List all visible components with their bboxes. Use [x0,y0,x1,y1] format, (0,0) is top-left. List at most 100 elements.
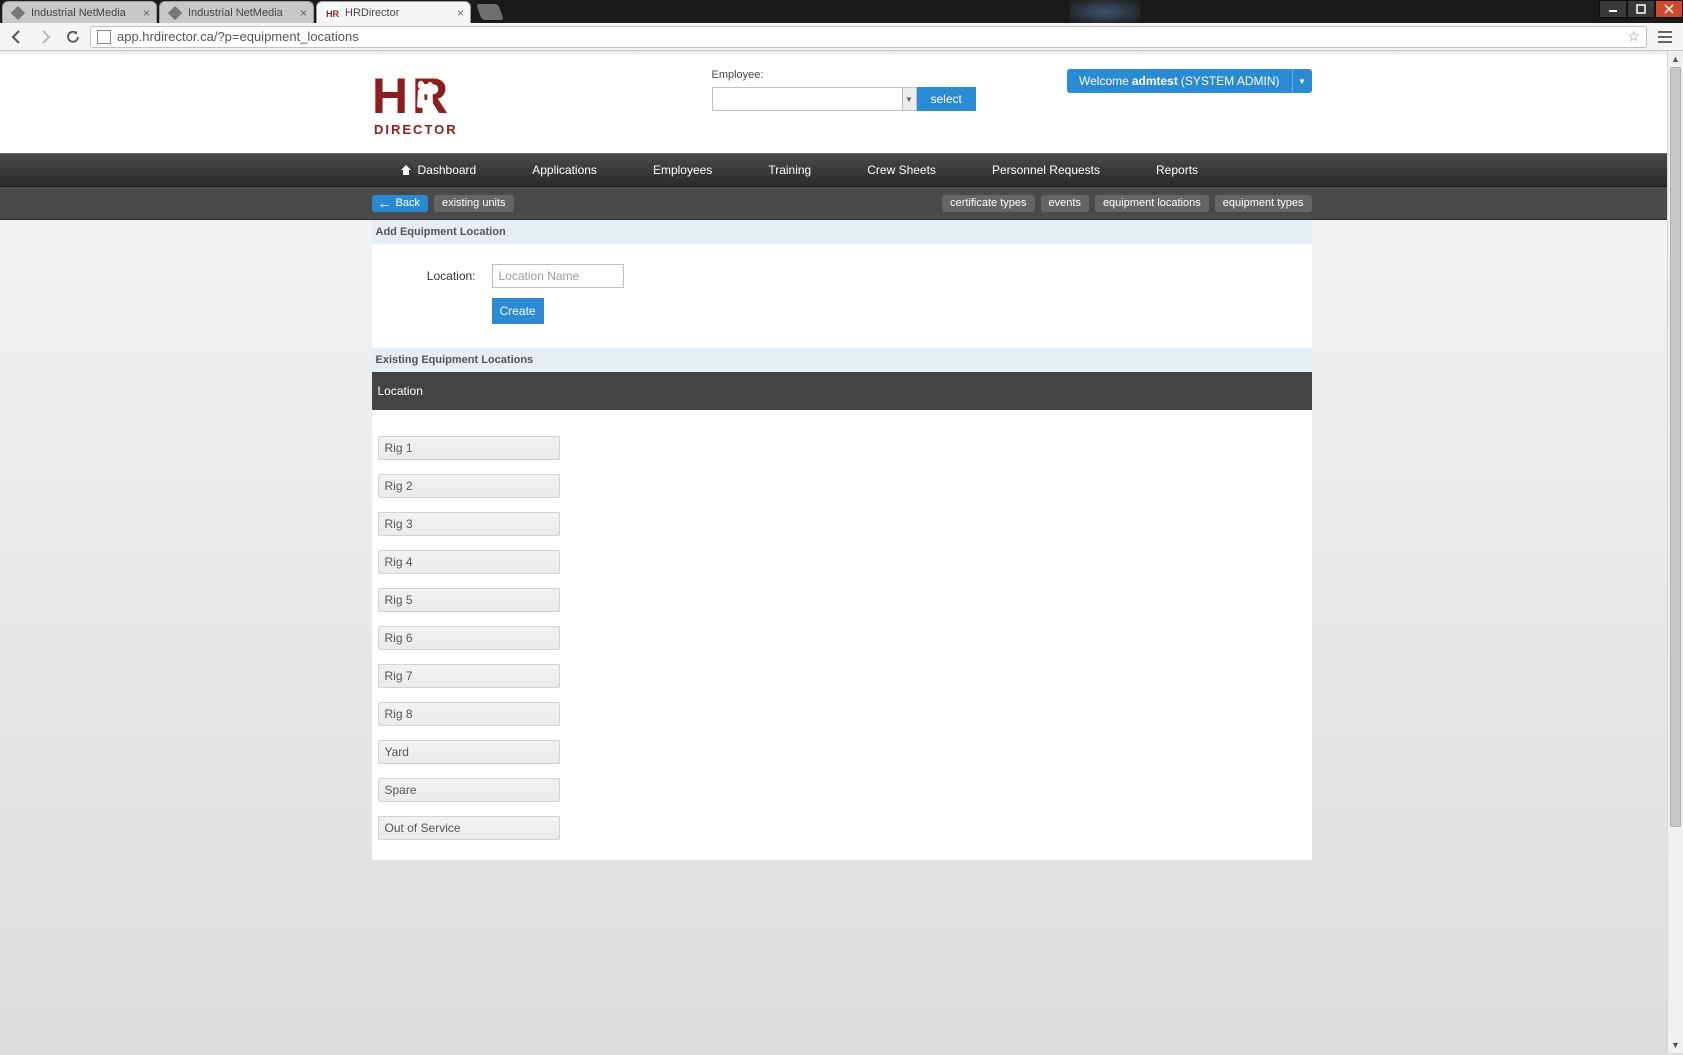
subnav-existing-units[interactable]: existing units [434,195,514,212]
chrome-menu-button[interactable] [1653,26,1677,48]
subnav-events[interactable]: events [1041,195,1089,212]
location-item-label: Out of Service [385,821,461,835]
location-item[interactable]: Rig 7 [378,664,560,688]
nav-label: Personnel Requests [992,163,1100,177]
tab-close-icon[interactable]: × [457,6,464,20]
page: H R DIRECTOR Employee: ▼ select [0,55,1683,1055]
tab-close-icon[interactable]: × [300,6,307,20]
location-item[interactable]: Rig 2 [378,474,560,498]
location-item-label: Rig 2 [385,479,413,493]
nav-dashboard[interactable]: Dashboard [372,154,505,186]
existing-locations-heading: Existing Equipment Locations [372,348,1312,372]
browser-tabstrip: Industrial NetMedia × Industrial NetMedi… [0,0,501,23]
page-scrollbar[interactable]: ▲ ▼ [1667,51,1683,1053]
browser-titlebar: Industrial NetMedia × Industrial NetMedi… [0,0,1683,23]
subnav-equipment-types[interactable]: equipment types [1215,195,1312,212]
scroll-track[interactable] [1668,67,1683,1037]
location-item-label: Spare [385,783,417,797]
nav-personnel-requests[interactable]: Personnel Requests [964,154,1128,186]
scroll-thumb[interactable] [1670,67,1681,827]
url-bar[interactable]: app.hrdirector.ca/?p=equipment_locations… [90,26,1647,48]
welcome-menu[interactable]: Welcome admtest (SYSTEM ADMIN) ▼ [1067,69,1311,93]
nav-crew-sheets[interactable]: Crew Sheets [839,154,964,186]
welcome-label[interactable]: Welcome admtest (SYSTEM ADMIN) [1067,69,1291,93]
employee-combobox[interactable]: ▼ [712,87,917,111]
sub-nav: ← Back existing units certificate types … [0,187,1683,220]
browser-tab-1[interactable]: Industrial NetMedia × [159,1,314,23]
back-button[interactable]: ← Back [372,195,428,212]
page-header: H R DIRECTOR Employee: ▼ select [0,55,1683,153]
location-item[interactable]: Rig 8 [378,702,560,726]
location-name-input[interactable] [492,264,624,288]
employee-selector: Employee: ▼ select [712,69,976,111]
caret-down-icon[interactable]: ▼ [1292,69,1312,93]
scroll-up-icon[interactable]: ▲ [1668,51,1683,67]
nav-employees[interactable]: Employees [625,154,740,186]
location-item[interactable]: Rig 6 [378,626,560,650]
caret-down-icon[interactable]: ▼ [902,88,916,110]
new-tab-button[interactable] [476,4,504,20]
subnav-equipment-locations[interactable]: equipment locations [1095,195,1209,212]
arrow-left-icon: ← [378,198,392,208]
add-location-heading: Add Equipment Location [372,220,1312,244]
url-text: app.hrdirector.ca/?p=equipment_locations [117,29,359,44]
favicon-icon: HR [325,6,339,20]
content: Add Equipment Location Location: Create … [372,220,1312,860]
location-item-label: Rig 6 [385,631,413,645]
home-icon [400,164,412,176]
locations-table-header: Location [372,372,1312,410]
nav-back-button[interactable] [6,26,28,48]
location-item[interactable]: Yard [378,740,560,764]
location-item[interactable]: Rig 3 [378,512,560,536]
nav-label: Crew Sheets [867,163,936,177]
nav-training[interactable]: Training [740,154,839,186]
page-icon [97,30,111,44]
titlebar-glow [1070,0,1140,23]
location-item-label: Rig 7 [385,669,413,683]
welcome-prefix: Welcome [1079,74,1129,88]
logo: H R DIRECTOR [372,69,457,139]
window-maximize-button[interactable] [1627,0,1655,18]
subnav-certificate-types[interactable]: certificate types [942,195,1034,212]
location-label: Location: [376,264,492,283]
favicon-icon [11,6,25,20]
svg-text:H: H [372,69,408,124]
nav-reload-button[interactable] [62,26,84,48]
back-label: Back [396,197,420,209]
location-item[interactable]: Rig 4 [378,550,560,574]
nav-reports[interactable]: Reports [1128,154,1226,186]
employee-select-button[interactable]: select [917,87,976,111]
welcome-user: admtest [1132,74,1178,88]
window-controls [1599,0,1683,18]
scroll-down-icon[interactable]: ▼ [1668,1037,1683,1053]
window-minimize-button[interactable] [1599,0,1627,18]
location-item[interactable]: Rig 5 [378,588,560,612]
location-item-label: Rig 3 [385,517,413,531]
location-item-label: Rig 4 [385,555,413,569]
location-item[interactable]: Rig 1 [378,436,560,460]
pill-label: certificate types [950,197,1026,209]
pill-label: existing units [442,197,506,209]
nav-label: Reports [1156,163,1198,177]
create-button[interactable]: Create [492,298,544,324]
tab-close-icon[interactable]: × [143,6,150,20]
nav-applications[interactable]: Applications [504,154,625,186]
window-close-button[interactable] [1655,0,1683,18]
pill-label: events [1049,197,1081,209]
location-item[interactable]: Out of Service [378,816,560,840]
employee-label: Employee: [712,69,976,81]
main-nav: Dashboard Applications Employees Trainin… [0,153,1683,187]
nav-forward-button[interactable] [34,26,56,48]
browser-tab-2[interactable]: HR HRDirector × [316,1,471,23]
bookmark-star-icon[interactable]: ☆ [1627,28,1640,45]
employee-value [713,88,902,110]
pill-label: equipment types [1223,197,1304,209]
nav-label: Employees [653,163,712,177]
nav-label: Training [768,163,811,177]
location-form-row: Location: Create [372,244,1312,324]
browser-tab-0[interactable]: Industrial NetMedia × [2,1,157,23]
location-item-label: Rig 1 [385,441,413,455]
location-item[interactable]: Spare [378,778,560,802]
tab-title: Industrial NetMedia [31,7,126,19]
pill-label: equipment locations [1103,197,1201,209]
